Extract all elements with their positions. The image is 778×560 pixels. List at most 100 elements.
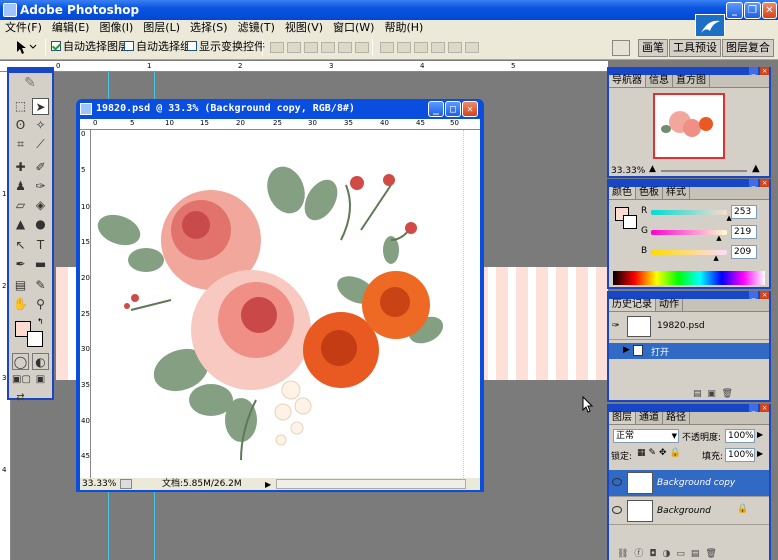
doc-top-ruler[interactable]: 0 5 10 15 20 25 30 35 40 45 50 [80, 119, 480, 130]
panel-minimize-icon[interactable]: _ [749, 67, 758, 75]
navigator-zoom-slider[interactable] [661, 170, 747, 172]
zoom-out-icon[interactable]: ▲ [649, 164, 656, 174]
visibility-eye-icon[interactable] [612, 478, 622, 486]
tab-swatches[interactable]: 色板 [636, 187, 663, 199]
screen-mode-full-icon[interactable]: ▣ [32, 371, 49, 388]
tab-styles[interactable]: 样式 [663, 187, 690, 199]
tab-layers[interactable]: 图层 [609, 412, 636, 424]
document-canvas[interactable]: 0 5 10 15 20 25 30 35 40 45 50 0 5 10 15… [80, 119, 480, 478]
marquee-tool-icon[interactable]: ⬚ [12, 98, 29, 115]
top-ruler[interactable]: 0 1 2 3 4 5 [0, 61, 608, 72]
align-bottom-icon[interactable] [304, 42, 318, 53]
doc-maximize-button[interactable]: □ [445, 101, 461, 117]
panel-minimize-icon[interactable]: _ [749, 404, 758, 412]
menu-image[interactable]: 图像(I) [94, 20, 138, 36]
align-left-icon[interactable] [321, 42, 335, 53]
distribute-vcenter-icon[interactable] [397, 42, 411, 53]
quick-mask-icon[interactable]: ◐ [32, 353, 49, 370]
panel-close-icon[interactable]: × [760, 291, 769, 299]
b-slider[interactable]: ▲ [651, 250, 727, 262]
layer-row-background-copy[interactable]: Background copy [609, 470, 769, 497]
brush-tool-icon[interactable]: ✐ [32, 159, 49, 176]
auto-select-group-check-box[interactable] [124, 41, 134, 51]
show-transform-check-box[interactable] [187, 41, 197, 51]
menu-layer[interactable]: 图层(L) [138, 20, 185, 36]
magic-wand-tool-icon[interactable]: ✧ [32, 117, 49, 134]
auto-select-group-checkbox[interactable]: 自动选择组 [124, 36, 191, 58]
distribute-bottom-icon[interactable] [414, 42, 428, 53]
align-hcenter-icon[interactable] [338, 42, 352, 53]
history-brush-source-icon[interactable]: ✑ [612, 321, 620, 331]
blur-tool-icon[interactable]: ▲ [12, 216, 29, 233]
r-slider[interactable]: ▲ [651, 210, 732, 222]
jump-to-imageready-icon[interactable]: ⇄ [12, 389, 29, 406]
menu-help[interactable]: 帮助(H) [379, 20, 428, 36]
color-background-swatch[interactable] [623, 215, 637, 229]
document-zoom[interactable]: 33.33% [82, 478, 116, 490]
opacity-arrow-icon[interactable]: ▶ [757, 430, 763, 439]
shape-tool-icon[interactable]: ▬ [32, 256, 49, 273]
panel-close-icon[interactable]: × [760, 179, 769, 187]
doc-minimize-button[interactable]: _ [428, 101, 444, 117]
background-color-swatch[interactable] [27, 331, 43, 347]
b-value-field[interactable]: 209 [731, 245, 757, 259]
opacity-field[interactable]: 100% [725, 429, 755, 443]
screen-mode-icon[interactable]: ▣▢ [12, 371, 31, 388]
doc-close-button[interactable]: ✕ [462, 101, 478, 117]
auto-select-layer-checkbox[interactable]: 自动选择图层 [51, 36, 129, 58]
layer-row-background[interactable]: Background 🔒 [609, 498, 769, 525]
distribute-top-icon[interactable] [380, 42, 394, 53]
navigator-preview[interactable] [653, 93, 725, 159]
history-step-open[interactable]: ▶ 打开 [609, 343, 769, 359]
menu-filter[interactable]: 滤镜(T) [233, 20, 280, 36]
show-transform-checkbox[interactable]: 显示变换控件 [187, 36, 265, 58]
type-tool-icon[interactable]: T [32, 237, 49, 254]
g-value-field[interactable]: 219 [731, 225, 757, 239]
visibility-eye-icon[interactable] [612, 506, 622, 514]
document-titlebar[interactable]: 19820.psd @ 33.3% (Background copy, RGB/… [76, 99, 484, 119]
panel-close-icon[interactable]: × [760, 67, 769, 75]
tab-navigator[interactable]: 导航器 [609, 75, 646, 87]
paint-bucket-tool-icon[interactable]: ◈ [32, 197, 49, 214]
fill-field[interactable]: 100% [725, 448, 755, 462]
crop-tool-icon[interactable]: ⌗ [12, 136, 29, 153]
status-options-icon[interactable] [120, 479, 132, 489]
tab-channels[interactable]: 通道 [636, 412, 663, 424]
hand-tool-icon[interactable]: ✋ [12, 296, 29, 313]
lock-icons[interactable]: ▦✎✥🔒 [637, 448, 684, 458]
menu-select[interactable]: 选择(S) [185, 20, 233, 36]
blend-mode-select[interactable]: 正常 ▼ [613, 429, 679, 443]
lasso-tool-icon[interactable]: ʘ [12, 117, 29, 134]
g-slider-thumb[interactable]: ▲ [716, 234, 721, 242]
distribute-right-icon[interactable] [465, 42, 479, 53]
b-slider-thumb[interactable]: ▲ [713, 254, 718, 262]
dodge-tool-icon[interactable]: ● [32, 216, 49, 233]
align-right-icon[interactable] [355, 42, 369, 53]
tab-history[interactable]: 历史记录 [609, 299, 656, 311]
panel-minimize-icon[interactable]: _ [749, 291, 758, 299]
standard-mode-icon[interactable]: ◯ [12, 353, 29, 370]
history-snapshot[interactable]: ✑ 19820.psd [609, 314, 769, 340]
slice-tool-icon[interactable]: ⟋ [32, 136, 49, 153]
file-browser-icon[interactable] [612, 40, 630, 56]
menu-file[interactable]: 文件(F) [0, 20, 47, 36]
panel-close-icon[interactable]: × [760, 404, 769, 412]
tab-info[interactable]: 信息 [646, 75, 673, 87]
auto-select-layer-check-box[interactable] [51, 41, 61, 51]
eyedropper-tool-icon[interactable]: ✎ [32, 277, 49, 294]
move-tool-icon[interactable]: ➤ [32, 98, 49, 115]
align-top-icon[interactable] [270, 42, 284, 53]
color-ramp[interactable] [613, 271, 765, 285]
distribute-hcenter-icon[interactable] [448, 42, 462, 53]
palette-well-brushes[interactable]: 画笔 [638, 39, 668, 57]
menu-edit[interactable]: 编辑(E) [47, 20, 95, 36]
fill-arrow-icon[interactable]: ▶ [757, 449, 763, 458]
minimize-button[interactable]: _ [726, 2, 743, 19]
clone-stamp-tool-icon[interactable]: ♟ [12, 178, 29, 195]
healing-brush-tool-icon[interactable]: ✚ [12, 159, 29, 176]
palette-well-tool-presets[interactable]: 工具预设 [669, 39, 721, 57]
status-menu-arrow-icon[interactable]: ▶ [265, 479, 271, 491]
restore-button[interactable]: ❐ [744, 2, 761, 19]
panel-minimize-icon[interactable]: _ [749, 179, 758, 187]
pen-tool-icon[interactable]: ✒ [12, 256, 29, 273]
